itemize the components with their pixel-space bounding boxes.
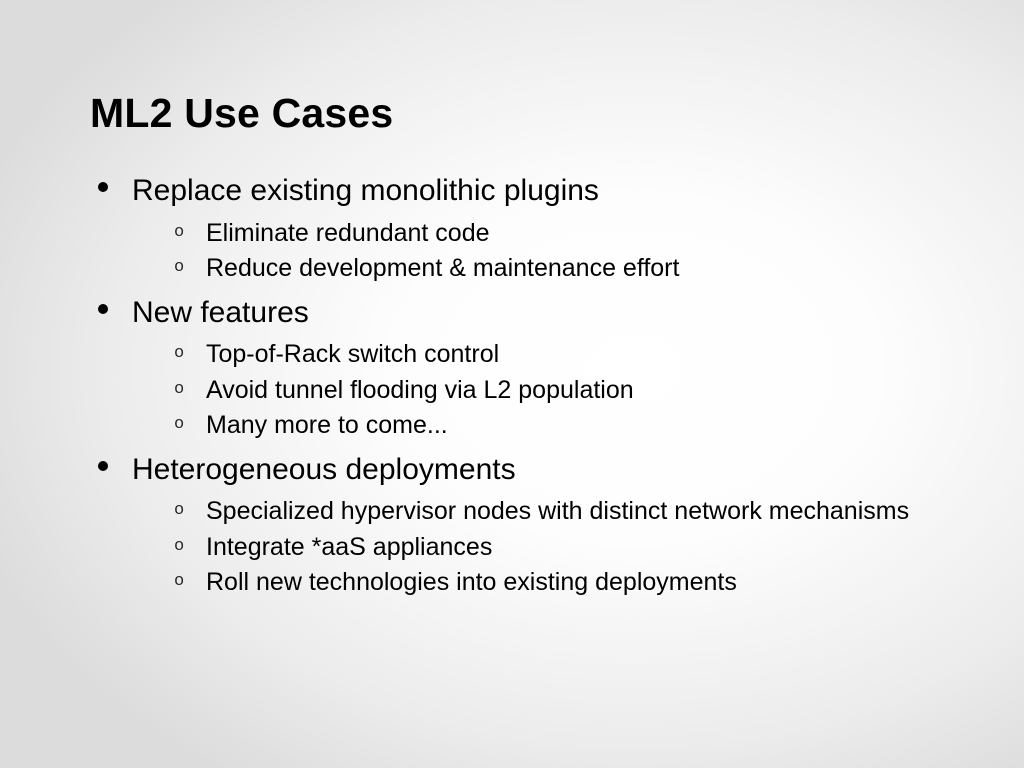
list-item: Roll new technologies into existing depl… xyxy=(174,565,964,601)
list-item: Many more to come... xyxy=(174,408,964,444)
bullet-list: Replace existing monolithic plugins Elim… xyxy=(90,171,964,601)
list-item: Replace existing monolithic plugins Elim… xyxy=(90,171,964,287)
list-item: Integrate *aaS appliances xyxy=(174,530,964,566)
list-item: Reduce development & maintenance effort xyxy=(174,251,964,287)
bullet-text: Replace existing monolithic plugins xyxy=(132,174,599,207)
list-item: Avoid tunnel flooding via L2 population xyxy=(174,373,964,409)
list-item: New features Top-of-Rack switch control … xyxy=(90,293,964,444)
sub-list: Eliminate redundant code Reduce developm… xyxy=(132,216,964,287)
sub-list: Specialized hypervisor nodes with distin… xyxy=(132,494,964,601)
bullet-text: Heterogeneous deployments xyxy=(132,453,516,486)
list-item: Specialized hypervisor nodes with distin… xyxy=(174,494,964,530)
list-item: Eliminate redundant code xyxy=(174,216,964,252)
sub-list: Top-of-Rack switch control Avoid tunnel … xyxy=(132,337,964,444)
list-item: Top-of-Rack switch control xyxy=(174,337,964,373)
bullet-text: New features xyxy=(132,296,309,329)
slide: ML2 Use Cases Replace existing monolithi… xyxy=(0,0,1024,768)
list-item: Heterogeneous deployments Specialized hy… xyxy=(90,450,964,601)
slide-title: ML2 Use Cases xyxy=(90,90,964,137)
